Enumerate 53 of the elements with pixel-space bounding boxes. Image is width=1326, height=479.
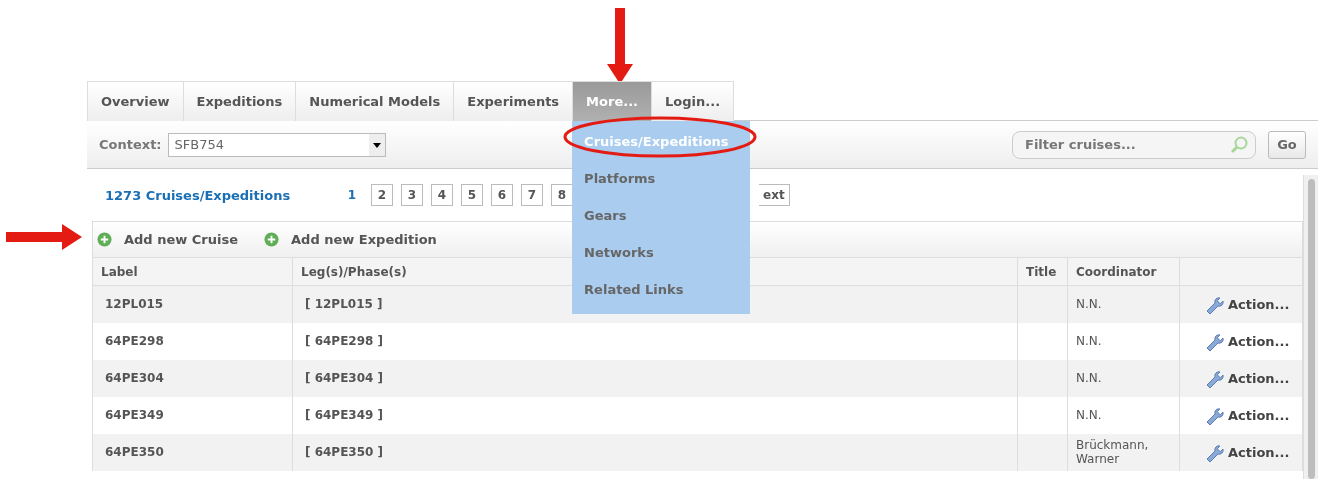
context-label: Context: bbox=[99, 137, 162, 152]
page-link[interactable]: 7 bbox=[521, 184, 543, 206]
table-cell: [ 64PE298 ] bbox=[292, 322, 1018, 360]
table-cell: Brückmann, Warner bbox=[1067, 433, 1180, 471]
wrench-icon bbox=[1204, 405, 1224, 425]
action-link[interactable]: Action... bbox=[1204, 331, 1290, 351]
page-link[interactable]: 4 bbox=[431, 184, 453, 206]
wrench-icon bbox=[1204, 442, 1224, 462]
table-cell: [ 64PE350 ] bbox=[292, 433, 1018, 471]
column-header: Title bbox=[1017, 257, 1068, 286]
search-icon bbox=[1229, 134, 1249, 155]
context-select[interactable]: SFB754 bbox=[167, 132, 386, 157]
action-link[interactable]: Action... bbox=[1204, 368, 1290, 388]
nav-tab[interactable]: Login... bbox=[651, 81, 735, 121]
wrench-icon bbox=[1204, 331, 1224, 351]
table-cell: 64PE298 bbox=[92, 322, 293, 360]
column-header: Coordinator bbox=[1067, 257, 1180, 286]
table-cell: 12PL015 bbox=[92, 285, 293, 323]
go-button[interactable]: Go bbox=[1268, 130, 1306, 159]
table-cell: 64PE304 bbox=[92, 359, 293, 397]
action-link[interactable]: Action... bbox=[1204, 405, 1290, 425]
table-cell: 64PE349 bbox=[92, 396, 293, 434]
nav-tab[interactable]: Expeditions bbox=[182, 81, 297, 121]
page-link[interactable]: 3 bbox=[401, 184, 423, 206]
wrench-icon bbox=[1204, 368, 1224, 388]
scroll-thumb[interactable] bbox=[1307, 179, 1315, 479]
action-link[interactable]: Action... bbox=[1204, 442, 1290, 462]
wrench-icon bbox=[1204, 294, 1224, 315]
table-cell: [ 64PE349 ] bbox=[292, 396, 1018, 434]
page-link[interactable]: 5 bbox=[461, 184, 483, 206]
nav-tab[interactable]: Overview bbox=[87, 81, 184, 121]
result-count-link[interactable]: 1273 Cruises/Expeditions bbox=[105, 187, 341, 203]
table-cell: [ 64PE304 ] bbox=[292, 359, 1018, 397]
page-link[interactable]: 8 bbox=[551, 184, 573, 206]
scrollbar[interactable] bbox=[1303, 175, 1318, 479]
table-cell: N.N. bbox=[1067, 359, 1180, 397]
add-icon bbox=[97, 232, 112, 247]
table-cell: N.N. bbox=[1067, 322, 1180, 360]
page-link[interactable]: 2 bbox=[371, 184, 393, 206]
next-page-link[interactable]: ext bbox=[759, 184, 790, 206]
table-cell: N.N. bbox=[1067, 285, 1180, 323]
nav-tab[interactable]: Experiments bbox=[453, 81, 574, 121]
column-header: Label bbox=[92, 257, 293, 286]
add-link[interactable]: Add new Expedition bbox=[264, 232, 437, 247]
page-link[interactable]: 6 bbox=[491, 184, 513, 206]
table-cell: N.N. bbox=[1067, 396, 1180, 434]
add-icon bbox=[264, 232, 280, 247]
page-link[interactable]: 1 bbox=[341, 184, 363, 206]
add-link[interactable]: Add new Cruise bbox=[97, 232, 239, 247]
action-link[interactable]: Action... bbox=[1204, 294, 1290, 315]
table-cell: 64PE350 bbox=[92, 433, 293, 471]
filter-field[interactable]: Filter cruises... bbox=[1012, 130, 1256, 159]
nav-tab[interactable]: Numerical Models bbox=[295, 81, 455, 121]
